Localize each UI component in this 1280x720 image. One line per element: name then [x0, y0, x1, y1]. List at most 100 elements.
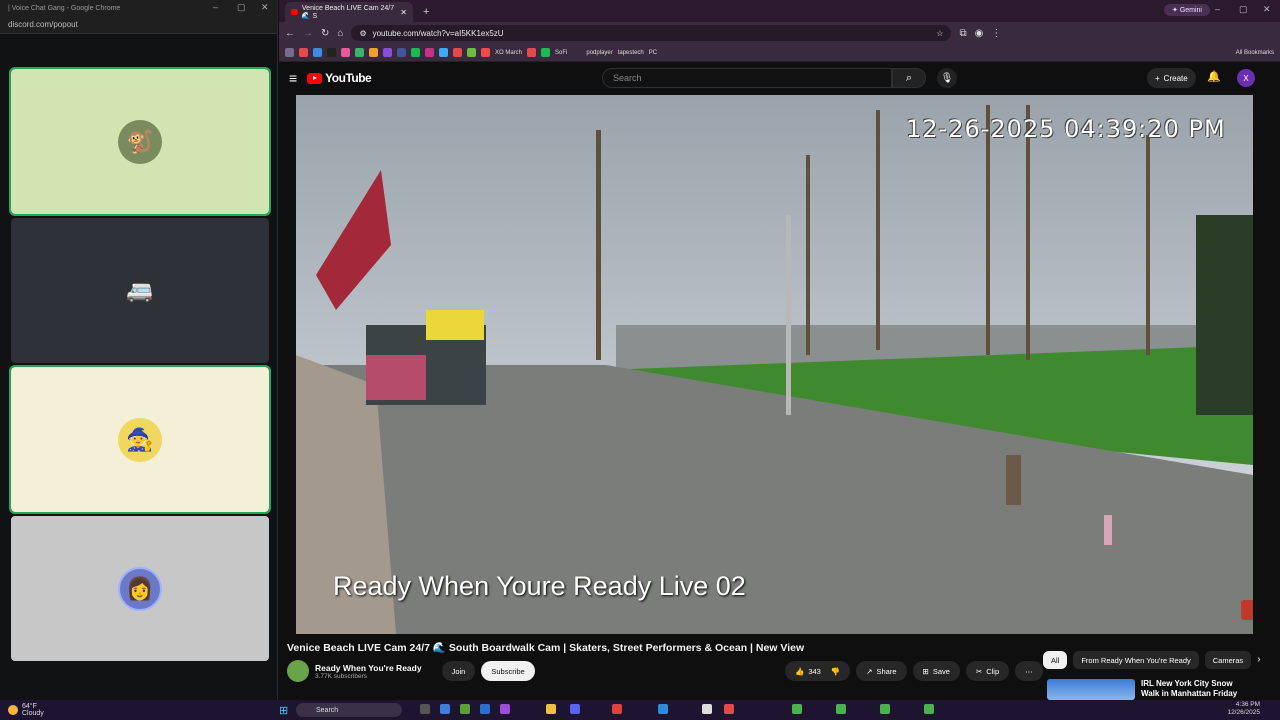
chrome-icon[interactable] [924, 704, 934, 714]
all-bookmarks[interactable]: All Bookmarks [1236, 50, 1274, 56]
bookmark-icon[interactable] [527, 48, 537, 57]
share-button[interactable]: ↗ Share [856, 661, 907, 681]
bookmark-icon[interactable] [411, 48, 420, 57]
app-icon[interactable] [440, 704, 450, 714]
app-icon[interactable] [612, 704, 622, 714]
more-icon: ⋯ [1025, 666, 1033, 676]
share-label: Share [876, 666, 897, 676]
taskbar-search[interactable]: Search [296, 703, 402, 717]
chevron-right-icon[interactable]: › [1257, 654, 1260, 669]
bookmark-icon[interactable] [397, 48, 406, 57]
bookmark-icon[interactable] [481, 48, 490, 57]
discord-icon[interactable] [570, 704, 580, 714]
app-icon[interactable] [702, 704, 712, 714]
thumbs-down-icon[interactable]: 👎 [831, 667, 840, 676]
windows-start-icon[interactable]: ⊞ [279, 704, 288, 717]
app-icon[interactable] [500, 704, 510, 714]
bookmark-label[interactable]: podplayer [586, 50, 612, 56]
voice-search-button[interactable]: 🎙 [937, 68, 957, 88]
video-player[interactable]: 12-26-2025 04:39:20 PM Ready When Youre … [296, 95, 1253, 634]
maximize-icon[interactable]: ▢ [1239, 4, 1248, 15]
notifications-bell-icon[interactable]: 🔔 [1207, 70, 1221, 83]
bookmark-icon[interactable] [425, 48, 434, 57]
bookmark-label[interactable]: XO March [495, 50, 522, 56]
chrome-icon[interactable] [836, 704, 846, 714]
chip-cameras[interactable]: Cameras [1204, 651, 1252, 669]
site-info-icon[interactable]: ⚙ [359, 29, 366, 38]
bookmark-icon[interactable] [467, 48, 476, 57]
bookmark-label[interactable]: SoFi [555, 50, 567, 56]
minimize-icon[interactable]: – [1215, 4, 1220, 14]
tab-youtube[interactable]: Venice Beach LIVE Cam 24/7 🌊 S ✕ [285, 2, 413, 22]
channel-name[interactable]: Ready When You're Ready [315, 663, 422, 673]
bookmark-star-icon[interactable]: ☆ [936, 29, 943, 38]
task-view-icon[interactable] [420, 704, 430, 714]
close-icon[interactable]: ✕ [1263, 4, 1271, 15]
chip-all[interactable]: All [1043, 651, 1068, 669]
voice-tile-4[interactable]: 👩 [11, 516, 269, 661]
home-icon[interactable]: ⌂ [337, 28, 343, 39]
maximize-icon[interactable]: ▢ [237, 2, 246, 13]
bookmark-icon[interactable] [453, 48, 462, 57]
close-icon[interactable]: ✕ [261, 2, 269, 13]
avatar-glyph: 🧙 [126, 426, 154, 452]
voice-tile-1[interactable]: 🐒 [9, 67, 271, 216]
bookmark-icon[interactable] [439, 48, 448, 57]
minimize-icon[interactable]: – [213, 2, 218, 12]
forward-icon[interactable]: → [303, 28, 313, 39]
join-button[interactable]: Join [441, 661, 476, 681]
chip-from-channel[interactable]: From Ready When You're Ready [1073, 651, 1199, 669]
chrome-icon[interactable] [792, 704, 802, 714]
reload-icon[interactable]: ↻ [321, 28, 329, 39]
apps-icon[interactable] [285, 48, 294, 57]
subscribe-button[interactable]: Subscribe [481, 661, 535, 681]
user-avatar: 🧙 [118, 417, 162, 462]
search-input[interactable]: Search [602, 68, 892, 88]
weather-widget[interactable]: 64°F Cloudy [0, 703, 140, 717]
chrome-window: Venice Beach LIVE Cam 24/7 🌊 S ✕ + ✦ Gem… [279, 0, 1280, 700]
profile-icon[interactable]: ◉ [975, 28, 984, 39]
recommendation-thumbnail[interactable] [1047, 679, 1135, 700]
file-explorer-icon[interactable] [546, 704, 556, 714]
bookmark-icon[interactable] [383, 48, 392, 57]
voice-tile-3[interactable]: 🧙 [9, 365, 271, 514]
search-placeholder: Search [613, 73, 642, 83]
extensions-icon[interactable]: ⧉ [959, 28, 966, 39]
more-actions-button[interactable]: ⋯ [1015, 661, 1043, 681]
bookmark-label[interactable]: PC [649, 50, 657, 56]
popout-address: discord.com/popout [0, 16, 277, 34]
app-icon[interactable] [480, 704, 490, 714]
hamburger-menu-icon[interactable]: ≡ [289, 70, 297, 86]
save-button[interactable]: ⊞ Save [912, 661, 960, 681]
tab-close-icon[interactable]: ✕ [400, 8, 407, 17]
youtube-logo[interactable]: YouTube [307, 71, 372, 85]
create-button[interactable]: + Create [1147, 68, 1196, 88]
app-icon[interactable] [460, 704, 470, 714]
recommendation-title[interactable]: IRL New York City Snow Walk in Manhattan… [1141, 679, 1249, 699]
bookmark-icon[interactable] [341, 48, 350, 57]
like-button[interactable]: 👍 343 👎 [785, 661, 851, 681]
bookmark-icon[interactable] [541, 48, 551, 57]
bookmark-icon[interactable] [327, 48, 336, 57]
voice-tile-2[interactable]: 🚐 [11, 218, 269, 363]
chrome-icon[interactable] [880, 704, 890, 714]
back-icon[interactable]: ← [285, 28, 295, 39]
app-icon[interactable] [658, 704, 668, 714]
bookmark-label[interactable]: tapestech [618, 50, 644, 56]
channel-watermark-icon[interactable] [1241, 600, 1253, 620]
clip-button[interactable]: ✂ Clip [965, 661, 1010, 681]
system-clock[interactable]: 4:36 PM 12/26/2025 [1227, 701, 1260, 717]
search-button[interactable]: ⌕ [892, 68, 926, 88]
recommendation-item[interactable]: IRL New York City Snow Walk in Manhattan… [1047, 679, 1249, 700]
new-tab-icon[interactable]: + [423, 6, 429, 18]
bookmark-icon[interactable] [355, 48, 364, 57]
channel-avatar[interactable] [287, 660, 309, 682]
more-options-icon[interactable]: ⋮ [991, 28, 1001, 39]
bookmark-icon[interactable] [369, 48, 378, 57]
bookmark-icon[interactable] [313, 48, 322, 57]
gemini-button[interactable]: ✦ Gemini [1164, 4, 1210, 16]
bookmark-icon[interactable] [299, 48, 308, 57]
address-bar[interactable]: ⚙ youtube.com/watch?v=aI5KK1ex5zU ☆ [351, 25, 952, 41]
app-icon[interactable] [724, 704, 734, 714]
account-avatar[interactable]: X [1237, 69, 1255, 87]
